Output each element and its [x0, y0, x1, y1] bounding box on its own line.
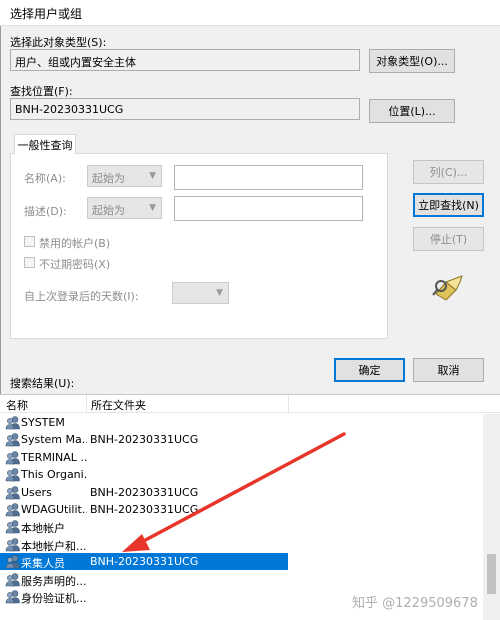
column-divider[interactable]: [86, 395, 87, 412]
result-folder: BNH-20230331UCG: [90, 503, 199, 516]
result-folder: BNH-20230331UCG: [90, 555, 199, 569]
user-group-icon: [5, 468, 20, 482]
tab-general-query[interactable]: 一般性查询: [14, 134, 76, 154]
window-title: 选择用户或组: [10, 7, 83, 21]
scrollbar-thumb[interactable]: [487, 554, 496, 594]
result-folder: BNH-20230331UCG: [90, 485, 199, 499]
result-name: System Ma...: [21, 433, 87, 447]
result-name: Users: [21, 485, 52, 499]
description-label: 描述(D):: [24, 205, 67, 218]
table-row[interactable]: WDAGUtilit... BNH-20230331UCG: [0, 501, 288, 518]
name-input[interactable]: [174, 165, 363, 190]
table-row[interactable]: SYSTEM: [0, 414, 288, 431]
table-row[interactable]: 本地帐户: [0, 518, 288, 535]
object-type-label: 选择此对象类型(S):: [10, 36, 107, 49]
location-label: 查找位置(F):: [10, 85, 73, 98]
column-divider[interactable]: [288, 395, 289, 412]
name-mode-select[interactable]: 起始为 ▼: [87, 165, 162, 187]
table-row[interactable]: 身份验证机...: [0, 588, 288, 605]
result-name: SYSTEM: [21, 416, 65, 429]
watermark: 知乎 @1229509678: [352, 596, 478, 611]
user-group-icon: [5, 416, 20, 430]
chevron-down-icon: ▼: [216, 288, 223, 298]
user-group-icon: [5, 503, 20, 517]
result-name: 服务声明的...: [21, 574, 87, 588]
column-header-name[interactable]: 名称: [6, 397, 28, 413]
table-row[interactable]: Users BNH-20230331UCG: [0, 484, 288, 501]
chevron-down-icon: ▼: [149, 171, 156, 181]
table-row[interactable]: System Ma... BNH-20230331UCG: [0, 431, 288, 448]
search-results-list[interactable]: 名称 所在文件夹 SYSTEM System Ma... BNH-20230331U…: [0, 394, 500, 620]
non-expiring-password-checkbox[interactable]: [24, 257, 35, 268]
user-group-icon: [5, 537, 20, 552]
user-group-icon: [5, 485, 20, 499]
location-button[interactable]: 位置(L)...: [369, 99, 455, 123]
description-mode-select[interactable]: 起始为 ▼: [87, 197, 162, 219]
result-folder: BNH-20230331UCG: [90, 433, 199, 447]
location-field: BNH-20230331UCG: [10, 98, 360, 120]
name-mode-value: 起始为: [92, 172, 125, 185]
table-row[interactable]: 本地帐户和...: [0, 536, 288, 553]
days-since-logon-select[interactable]: ▼: [172, 282, 229, 304]
results-column-header: 名称 所在文件夹: [0, 395, 500, 413]
object-type-button[interactable]: 对象类型(O)...: [369, 49, 455, 73]
result-name: 本地帐户: [21, 522, 65, 536]
results-rows: SYSTEM System Ma... BNH-20230331UCG TERMINA…: [0, 414, 500, 620]
results-scrollbar[interactable]: [483, 414, 500, 620]
find-now-button[interactable]: 立即查找(N): [413, 193, 484, 217]
user-group-icon: [5, 450, 20, 465]
table-row[interactable]: 采集人员 BNH-20230331UCG: [0, 553, 288, 571]
columns-button[interactable]: 列(C)...: [413, 160, 484, 184]
table-row[interactable]: 服务声明的...: [0, 571, 288, 588]
user-group-icon: [5, 572, 20, 586]
user-group-icon: [5, 433, 20, 447]
cancel-button[interactable]: 取消: [413, 358, 484, 382]
result-name: 本地帐户和...: [21, 539, 87, 553]
result-name: TERMINAL ...: [21, 450, 87, 464]
non-expiring-password-label: 不过期密码(X): [39, 258, 111, 271]
title-bar[interactable]: 选择用户或组: [0, 0, 500, 26]
result-name: 采集人员: [21, 557, 65, 571]
object-type-field: 用户、组或内置安全主体: [10, 49, 360, 71]
description-input[interactable]: [174, 196, 363, 221]
table-row[interactable]: TERMINAL ...: [0, 449, 288, 466]
result-name: This Organi...: [21, 468, 87, 482]
chevron-down-icon: ▼: [149, 203, 156, 213]
result-name: WDAGUtilit...: [21, 503, 87, 516]
table-row[interactable]: This Organi...: [0, 466, 288, 483]
name-label: 名称(A):: [24, 172, 66, 185]
description-mode-value: 起始为: [92, 204, 125, 217]
disabled-accounts-label: 禁用的帐户(B): [39, 237, 111, 250]
result-name: 身份验证机...: [21, 592, 87, 605]
user-group-icon: [5, 590, 20, 604]
stop-button[interactable]: 停止(T): [413, 227, 484, 251]
search-flashlight-icon: [432, 275, 463, 301]
user-group-icon: [5, 555, 20, 569]
user-group-icon: [5, 520, 20, 534]
days-since-logon-label: 自上次登录后的天数(I):: [24, 290, 139, 303]
search-results-label: 搜索结果(U):: [10, 377, 75, 390]
column-header-folder[interactable]: 所在文件夹: [91, 397, 146, 413]
ok-button[interactable]: 确定: [334, 358, 405, 382]
disabled-accounts-checkbox[interactable]: [24, 236, 35, 247]
